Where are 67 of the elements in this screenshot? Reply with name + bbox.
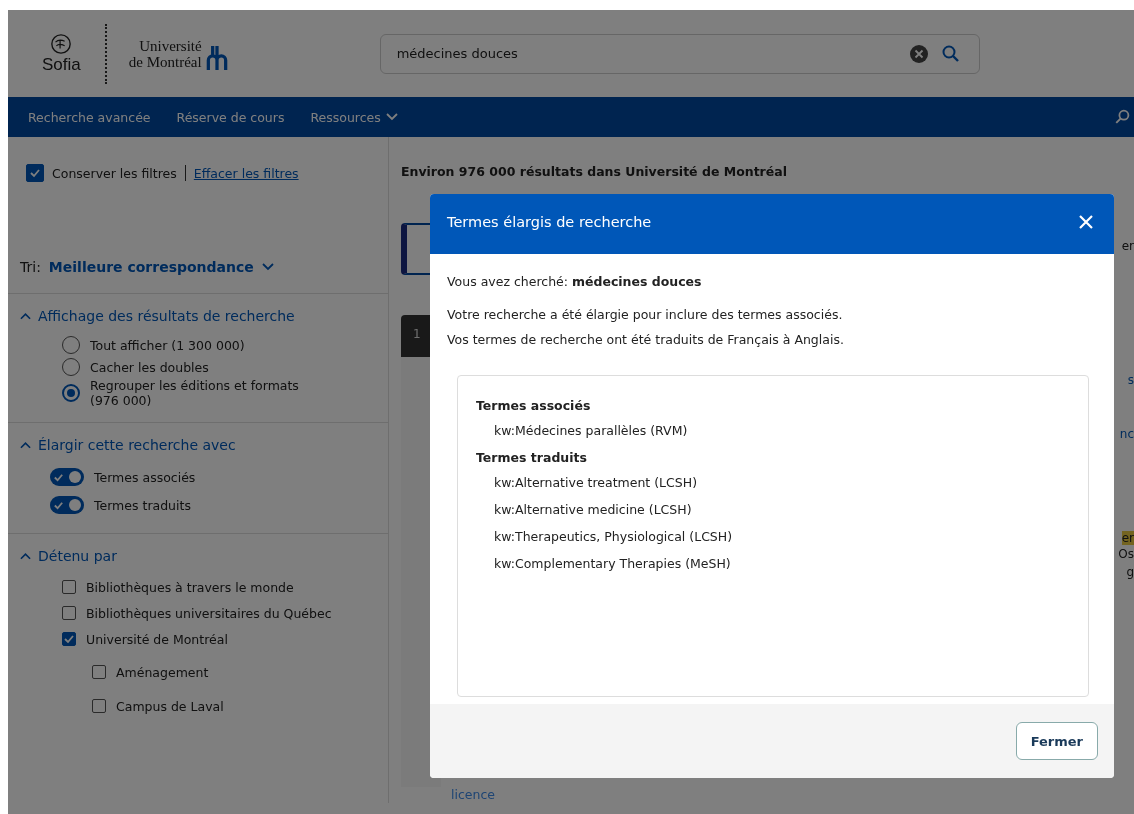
result-text: licence xyxy=(450,787,495,803)
option-label: Cacher les doubles xyxy=(90,359,210,375)
check-icon xyxy=(29,167,41,179)
chevron-icon xyxy=(261,263,274,271)
sort-dropdown[interactable]: Meilleure correspondance xyxy=(48,259,274,275)
nav-link[interactable]: Réserve de cours xyxy=(176,109,285,125)
option-label: Université de Montréal xyxy=(86,631,228,647)
search-icon[interactable] xyxy=(1114,108,1132,126)
option-label: Aménagement xyxy=(116,664,209,680)
term-text: kw:Alternative treatment (LCSH) xyxy=(493,475,698,490)
dialog-message: Votre recherche a été élargie pour inclure des termes associés. xyxy=(447,307,844,322)
check-icon xyxy=(63,633,75,645)
toggle-switch[interactable] xyxy=(50,496,84,514)
sofia-logo-icon xyxy=(50,32,73,55)
checkbox[interactable] xyxy=(62,606,76,620)
option-label: Termes traduits xyxy=(94,497,191,513)
toggle-switch[interactable] xyxy=(50,468,84,486)
checkbox[interactable] xyxy=(92,699,106,713)
checkbox[interactable] xyxy=(26,164,44,182)
result-text: Os xyxy=(1118,547,1134,561)
group-title: Termes associés xyxy=(476,398,592,413)
searched-text: Vous avez cherché: médecines douces xyxy=(447,274,703,289)
results-summary: Environ 976 000 résultats dans Université de Montréal xyxy=(401,163,788,179)
university-name: Université xyxy=(139,37,202,54)
close-icon[interactable] xyxy=(1078,214,1094,230)
checkbox-label: Conserver les filtres xyxy=(52,165,177,181)
search-icon[interactable] xyxy=(940,43,961,64)
radio-button[interactable] xyxy=(62,384,80,402)
term-text: kw:Médecines parallèles (RVM) xyxy=(493,423,689,438)
checkbox[interactable] xyxy=(92,665,106,679)
section-toggle[interactable]: Affichage des résultats de recherche xyxy=(20,308,388,324)
option-label: Termes associés xyxy=(94,469,196,485)
option-label: Campus de Laval xyxy=(116,698,224,714)
term-text: kw:Therapeutics, Physiological (LCSH) xyxy=(493,529,734,544)
result-text: g xyxy=(1126,565,1134,579)
option-label: Bibliothèques universitaires du Québec xyxy=(86,605,332,621)
check-icon xyxy=(53,499,64,511)
result-text: nc xyxy=(1119,427,1134,441)
chevron-icon xyxy=(20,441,31,449)
option-label: Tout afficher (1 300 000) xyxy=(90,337,246,353)
result-text: er xyxy=(1121,239,1134,253)
nav-link[interactable]: Ressources xyxy=(310,109,398,125)
option-label: Bibliothèques à travers le monde xyxy=(86,579,294,595)
university-name: de Montréal xyxy=(128,53,202,70)
option-label: Regrouper les éditions et formats (976 000) xyxy=(90,378,300,408)
nav-link[interactable]: Recherche avancée xyxy=(28,109,151,125)
search-field[interactable]: médecines douces xyxy=(379,33,980,74)
section-toggle[interactable]: Élargir cette recherche avec xyxy=(20,437,388,453)
result-text: s xyxy=(1127,373,1134,387)
chevron-icon xyxy=(385,113,398,121)
clear-filters-link[interactable]: Effacer les filtres xyxy=(193,165,299,181)
result-text: er xyxy=(1121,531,1134,545)
checkbox[interactable] xyxy=(62,580,76,594)
group-title: Termes traduits xyxy=(476,450,588,465)
check-icon xyxy=(53,471,64,483)
chevron-icon xyxy=(20,552,31,560)
section-toggle[interactable]: Détenu par xyxy=(20,548,388,564)
term-text: kw:Alternative medicine (LCSH) xyxy=(493,502,693,517)
dialog-message: Vos termes de recherche ont été traduits de Français à Anglais. xyxy=(447,332,845,347)
checkbox[interactable] xyxy=(62,632,76,646)
clear-icon[interactable] xyxy=(908,43,929,64)
term-text: kw:Complementary Therapies (MeSH) xyxy=(493,556,732,571)
dialog-title: Termes élargis de recherche xyxy=(447,214,652,230)
close-button[interactable]: Fermer xyxy=(1015,722,1098,760)
chevron-icon xyxy=(20,312,31,320)
sort-label: Tri: xyxy=(20,259,41,275)
brand-name: Sofia xyxy=(42,54,81,75)
